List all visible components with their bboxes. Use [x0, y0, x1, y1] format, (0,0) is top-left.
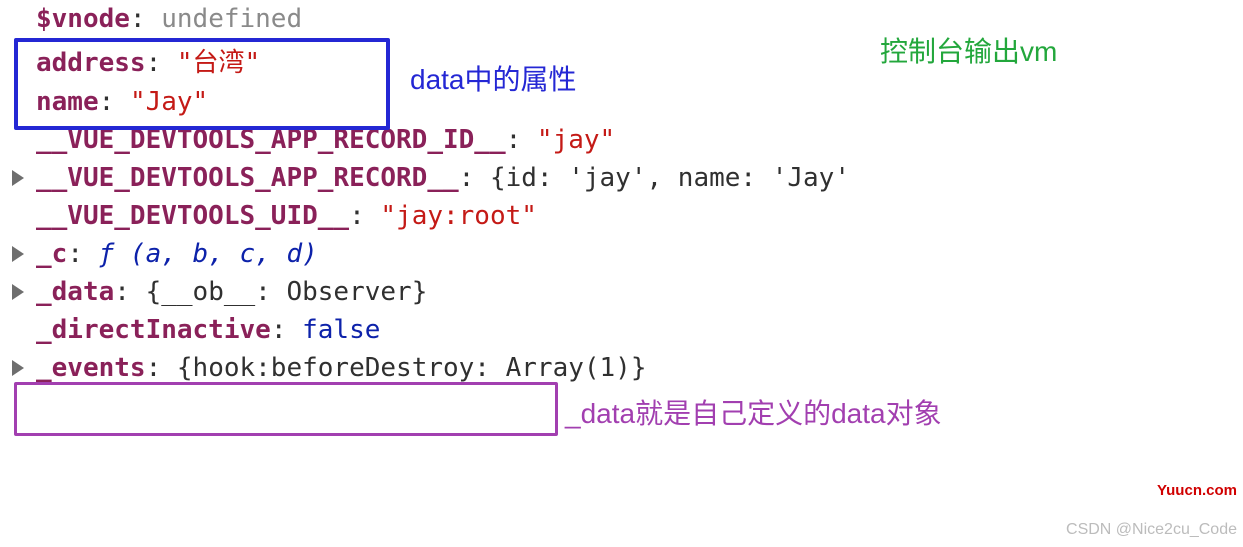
prop-val-devtools-uid: "jay:root" [380, 201, 537, 231]
prop-key-devtools-app-record-id: __VUE_DEVTOOLS_APP_RECORD_ID__ [36, 125, 506, 155]
colon: : [67, 239, 98, 269]
prop-val-devtools-app-record: {id: 'jay', name: 'Jay' [490, 163, 850, 193]
property-row[interactable]: _events: {hook:beforeDestroy: Array(1)} [10, 349, 1243, 387]
expand-icon[interactable] [12, 360, 24, 376]
prop-key-events: _events [36, 353, 146, 383]
watermark-csdn: CSDN @Nice2cu_Code [1066, 521, 1237, 539]
property-row[interactable]: _data: {__ob__: Observer} [10, 273, 1243, 311]
colon: : [114, 277, 145, 307]
prop-key-vnode: $vnode [36, 4, 130, 34]
watermark-yuucn: Yuucn.com [1157, 482, 1237, 499]
prop-val-name: "Jay" [130, 87, 208, 117]
prop-val-devtools-app-record-id: "jay" [537, 125, 615, 155]
prop-key-devtools-app-record: __VUE_DEVTOOLS_APP_RECORD__ [36, 163, 459, 193]
prop-key-devtools-uid: __VUE_DEVTOOLS_UID__ [36, 201, 349, 231]
annotation-label-green: 控制台输出vm [880, 30, 1057, 70]
property-row[interactable]: address: "台湾" [10, 38, 1243, 83]
property-row[interactable]: $vnode: undefined [10, 0, 1243, 38]
property-row[interactable]: _c: ƒ (a, b, c, d) [10, 235, 1243, 273]
expand-icon[interactable] [12, 284, 24, 300]
annotation-box-purple [14, 382, 558, 436]
property-row[interactable]: __VUE_DEVTOOLS_UID__: "jay:root" [10, 197, 1243, 235]
prop-key-data: _data [36, 277, 114, 307]
annotation-label-blue: data中的属性 [410, 58, 577, 98]
colon: : [146, 48, 177, 78]
prop-key-c: _c [36, 239, 67, 269]
prop-val-address: "台湾" [177, 48, 260, 78]
prop-val-direct-inactive: false [302, 315, 380, 345]
colon: : [271, 315, 302, 345]
property-row[interactable]: _directInactive: false [10, 311, 1243, 349]
colon: : [146, 353, 177, 383]
colon: : [506, 125, 537, 155]
prop-key-name: name [36, 87, 99, 117]
colon: : [99, 87, 130, 117]
colon: : [349, 201, 380, 231]
property-row[interactable]: name: "Jay" [10, 83, 1243, 121]
prop-val-c: ƒ (a, b, c, d) [99, 239, 318, 269]
prop-key-address: address [36, 48, 146, 78]
property-row[interactable]: __VUE_DEVTOOLS_APP_RECORD_ID__: "jay" [10, 121, 1243, 159]
colon: : [459, 163, 490, 193]
prop-val-events: {hook:beforeDestroy: Array(1)} [177, 353, 647, 383]
prop-val-data: {__ob__: Observer} [146, 277, 428, 307]
annotation-label-purple: _data就是自己定义的data对象 [565, 392, 942, 432]
property-row[interactable]: __VUE_DEVTOOLS_APP_RECORD__: {id: 'jay',… [10, 159, 1243, 197]
prop-key-direct-inactive: _directInactive [36, 315, 271, 345]
prop-val-vnode: undefined [161, 4, 302, 34]
expand-icon[interactable] [12, 170, 24, 186]
expand-icon[interactable] [12, 246, 24, 262]
colon: : [130, 4, 161, 34]
